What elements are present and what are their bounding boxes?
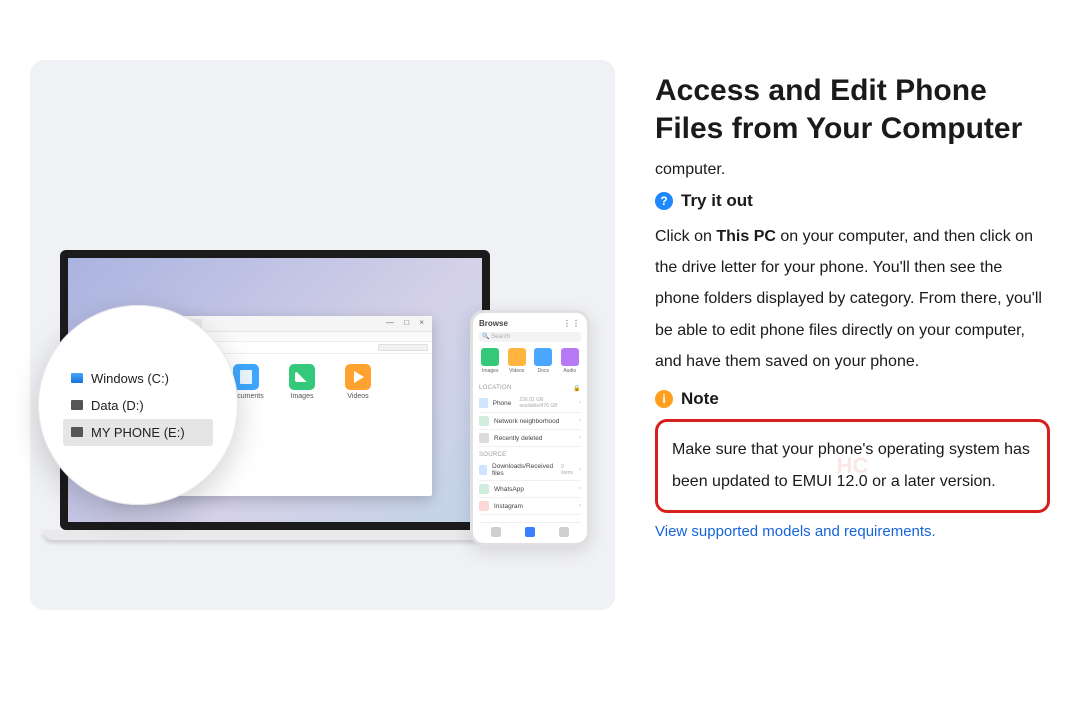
note-label: Note <box>681 389 719 409</box>
nav-browse-icon <box>525 527 535 537</box>
drive-label: MY PHONE (E:) <box>91 425 185 440</box>
cat-label: Videos <box>509 368 524 374</box>
phone-cat: Audio <box>559 348 582 374</box>
chevron-right-icon: › <box>579 435 581 441</box>
note-text: Make sure that your phone's operating sy… <box>672 441 1030 490</box>
phone-location-rows: Phone236.02 GB available/476 GB›Network … <box>479 394 581 447</box>
supported-models-link[interactable]: View supported models and requirements. <box>655 523 936 540</box>
row-label: Network neighborhood <box>494 418 559 425</box>
section-header-location: LOCATION 🔒 <box>479 385 581 392</box>
row-sublabel: 236.02 GB available/476 GB <box>519 397 574 409</box>
intro-line: computer. <box>655 161 1050 179</box>
row-label: Instagram <box>494 503 523 510</box>
row-label: Recently deleted <box>494 435 542 442</box>
phone-categories: Images Videos Docs Audio <box>479 348 581 374</box>
window-controls: — □ × <box>386 318 428 327</box>
page-title: Access and Edit Phone Files from Your Co… <box>655 72 1050 147</box>
try-it-out-label: Try it out <box>681 191 753 211</box>
note-header: i Note <box>655 389 1050 409</box>
chevron-right-icon: › <box>579 486 581 492</box>
lock-icon: 🔒 <box>573 385 581 392</box>
phone-row: Downloads/Received files 0 items › <box>479 460 581 481</box>
row-label: Downloads/Received files <box>492 463 553 477</box>
row-label: Phone <box>493 400 512 407</box>
drive-icon <box>71 427 83 437</box>
nav-me-icon <box>559 527 569 537</box>
instr-bold: This PC <box>716 228 776 245</box>
cat-icon <box>534 348 552 366</box>
row-icon <box>479 501 489 511</box>
nav-recent-icon <box>491 527 501 537</box>
folder-icon <box>233 364 259 390</box>
folder-images: Images <box>284 364 320 486</box>
folder-label: Videos <box>340 393 376 400</box>
cat-icon <box>481 348 499 366</box>
folder-label: Images <box>284 393 320 400</box>
phone-source-rows: Downloads/Received files0 items›WhatsApp… <box>479 460 581 515</box>
phone-cat: Docs <box>532 348 555 374</box>
phone-row: Phone 236.02 GB available/476 GB › <box>479 394 581 413</box>
row-sublabel: 0 items <box>561 464 574 476</box>
chevron-right-icon: › <box>579 400 581 406</box>
zoom-lens: Windows (C:) Data (D:) MY PHONE (E:) <box>38 305 238 505</box>
instructions-paragraph: Click on This PC on your computer, and t… <box>655 221 1050 377</box>
phone-row: Network neighborhood › <box>479 413 581 430</box>
instr-rest: on your computer, and then click on the … <box>655 228 1042 370</box>
question-icon: ? <box>655 192 673 210</box>
section-header-source: SOURCE <box>479 452 581 458</box>
more-icon: ⋮⋮ <box>563 319 581 328</box>
phone-row: WhatsApp › <box>479 481 581 498</box>
drive-list: Windows (C:) Data (D:) MY PHONE (E:) <box>63 365 213 446</box>
try-it-out-header: ? Try it out <box>655 191 1050 211</box>
phone-titlebar: Browse ⋮⋮ <box>479 319 581 328</box>
chevron-right-icon: › <box>579 503 581 509</box>
phone-mockup: Browse ⋮⋮ 🔍 Search Images Videos Docs Audio… <box>470 310 590 546</box>
chevron-right-icon: › <box>579 418 581 424</box>
phone-cat: Videos <box>506 348 529 374</box>
folder-icon <box>289 364 315 390</box>
drive-row: MY PHONE (E:) <box>63 419 213 446</box>
cat-icon <box>561 348 579 366</box>
info-icon: i <box>655 390 673 408</box>
phone-row: Instagram › <box>479 498 581 515</box>
note-callout: Make sure that your phone's operating sy… <box>655 419 1050 513</box>
phone-navbar <box>479 522 581 537</box>
cat-label: Images <box>482 368 498 374</box>
cat-icon <box>508 348 526 366</box>
laptop-base <box>43 530 507 540</box>
phone-cat: Images <box>479 348 502 374</box>
row-label: WhatsApp <box>494 486 524 493</box>
folder-videos: Videos <box>340 364 376 486</box>
cat-label: Audio <box>563 368 576 374</box>
text-column: Access and Edit Phone Files from Your Co… <box>655 60 1050 541</box>
section-label: LOCATION <box>479 385 512 392</box>
phone-search-placeholder: Search <box>491 334 510 340</box>
row-icon <box>479 416 489 426</box>
drive-row: Data (D:) <box>63 392 213 419</box>
phone-search: 🔍 Search <box>479 332 581 342</box>
drive-label: Windows (C:) <box>91 371 169 386</box>
phone-row: Recently deleted › <box>479 430 581 447</box>
illustration-panel: — □ × AudioDocumentsImagesVideos <box>30 60 615 610</box>
cat-label: Docs <box>538 368 549 374</box>
row-icon <box>479 484 489 494</box>
drive-row: Windows (C:) <box>63 365 213 392</box>
phone-title: Browse <box>479 319 508 328</box>
section-label: SOURCE <box>479 452 506 458</box>
drive-icon <box>71 400 83 410</box>
drive-icon <box>71 373 83 383</box>
row-icon <box>479 398 488 408</box>
drive-label: Data (D:) <box>91 398 144 413</box>
explorer-search-box <box>378 344 428 351</box>
row-icon <box>479 465 487 475</box>
folder-icon <box>345 364 371 390</box>
chevron-right-icon: › <box>579 467 581 473</box>
row-icon <box>479 433 489 443</box>
instr-prefix: Click on <box>655 228 716 245</box>
